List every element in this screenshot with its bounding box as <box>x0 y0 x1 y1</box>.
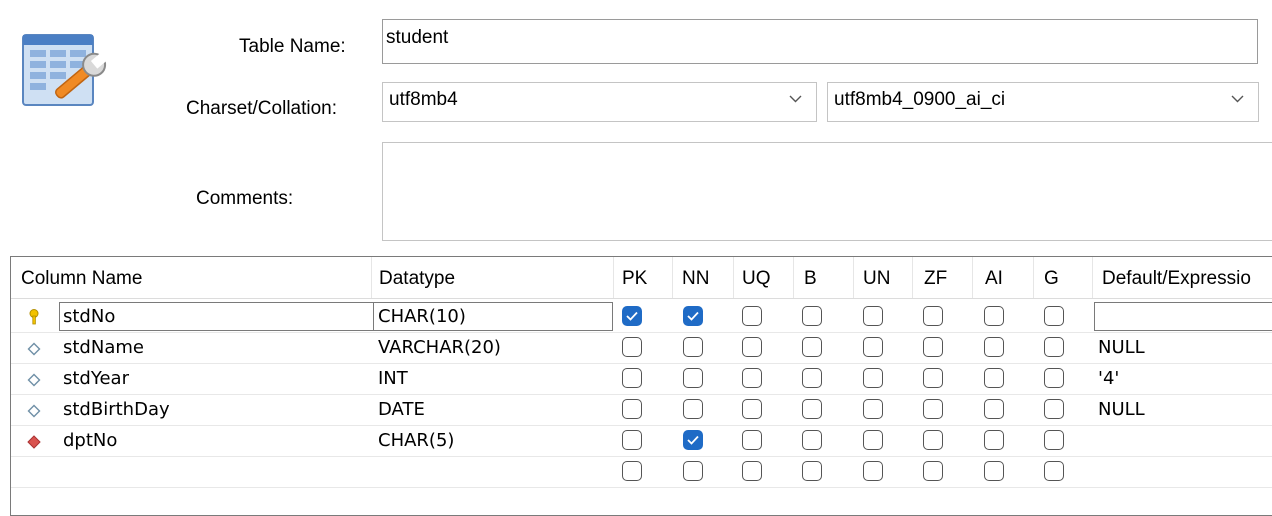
charset-collation-label: Charset/Collation: <box>186 98 338 119</box>
checkbox-uq[interactable] <box>742 399 762 419</box>
checkbox-uq[interactable] <box>742 368 762 388</box>
checkbox-b[interactable] <box>802 368 822 388</box>
default-cell[interactable]: NULL <box>1098 332 1145 363</box>
datatype-cell[interactable]: CHAR(10) <box>378 301 466 332</box>
checkbox-g[interactable] <box>1044 306 1064 326</box>
checkbox-un[interactable] <box>863 368 883 388</box>
charset-select[interactable]: utf8mb4 <box>382 82 817 122</box>
table-name-input[interactable]: student <box>382 19 1258 64</box>
key-icon <box>27 309 41 325</box>
checkbox-un[interactable] <box>863 306 883 326</box>
header-b[interactable]: B <box>798 257 817 298</box>
table-row[interactable]: stdNo CHAR(10) <box>11 301 1272 333</box>
table-row[interactable]: stdYear INT '4' <box>11 363 1272 395</box>
datatype-cell[interactable]: CHAR(5) <box>378 425 454 456</box>
header-datatype[interactable]: Datatype <box>373 257 455 298</box>
header-default[interactable]: Default/Expressio <box>1096 257 1251 298</box>
table-name-label: Table Name: <box>239 36 346 57</box>
header-pk[interactable]: PK <box>616 257 647 298</box>
header-zf[interactable]: ZF <box>918 257 947 298</box>
column-name-cell[interactable]: stdBirthDay <box>63 394 170 425</box>
checkbox-b[interactable] <box>802 337 822 357</box>
collation-value: utf8mb4_0900_ai_ci <box>834 89 1006 110</box>
checkbox-pk[interactable] <box>622 430 642 450</box>
default-editor[interactable] <box>1094 302 1272 331</box>
column-name-cell[interactable]: stdNo <box>63 301 115 332</box>
checkbox-zf[interactable] <box>923 399 943 419</box>
table-row[interactable]: stdName VARCHAR(20) NULL <box>11 332 1272 364</box>
checkbox-g[interactable] <box>1044 368 1064 388</box>
table-row[interactable] <box>11 456 1272 488</box>
checkbox-zf[interactable] <box>923 461 943 481</box>
checkbox-pk[interactable] <box>622 306 642 326</box>
datatype-cell[interactable]: INT <box>378 363 408 394</box>
default-cell[interactable]: NULL <box>1098 394 1145 425</box>
checkbox-uq[interactable] <box>742 337 762 357</box>
checkbox-pk[interactable] <box>622 337 642 357</box>
checkbox-b[interactable] <box>802 306 822 326</box>
diamond-outline-icon <box>27 340 41 356</box>
checkbox-uq[interactable] <box>742 430 762 450</box>
header-uq[interactable]: UQ <box>736 257 771 298</box>
header-g[interactable]: G <box>1038 257 1059 298</box>
checkbox-pk[interactable] <box>622 368 642 388</box>
header-nn[interactable]: NN <box>676 257 709 298</box>
column-name-cell[interactable]: dptNo <box>63 425 117 456</box>
checkbox-un[interactable] <box>863 399 883 419</box>
chevron-down-icon <box>1231 95 1244 103</box>
default-cell[interactable]: '4' <box>1098 363 1119 394</box>
header-un[interactable]: UN <box>857 257 890 298</box>
checkbox-un[interactable] <box>863 461 883 481</box>
header-column-name[interactable]: Column Name <box>15 257 142 298</box>
header-ai[interactable]: AI <box>979 257 1003 298</box>
checkbox-pk[interactable] <box>622 399 642 419</box>
checkbox-b[interactable] <box>802 461 822 481</box>
checkbox-ai[interactable] <box>984 430 1004 450</box>
datatype-cell[interactable]: DATE <box>378 394 425 425</box>
checkbox-ai[interactable] <box>984 461 1004 481</box>
diamond-filled-icon <box>27 433 41 449</box>
charset-value: utf8mb4 <box>389 89 458 110</box>
table-row[interactable]: dptNo CHAR(5) <box>11 425 1272 457</box>
checkbox-ai[interactable] <box>984 306 1004 326</box>
checkbox-nn[interactable] <box>683 368 703 388</box>
checkbox-ai[interactable] <box>984 337 1004 357</box>
datatype-cell[interactable]: VARCHAR(20) <box>378 332 501 363</box>
chevron-down-icon <box>789 95 802 103</box>
diamond-outline-icon <box>27 371 41 387</box>
checkbox-un[interactable] <box>863 337 883 357</box>
columns-grid[interactable]: Column Name Datatype PK NN UQ B UN ZF AI… <box>10 256 1272 516</box>
checkbox-pk[interactable] <box>622 461 642 481</box>
checkbox-zf[interactable] <box>923 430 943 450</box>
collation-select[interactable]: utf8mb4_0900_ai_ci <box>827 82 1259 122</box>
checkbox-zf[interactable] <box>923 337 943 357</box>
checkbox-nn[interactable] <box>683 306 703 326</box>
table-row[interactable]: stdBirthDay DATE NULL <box>11 394 1272 426</box>
column-name-cell[interactable]: stdName <box>63 332 144 363</box>
grid-header: Column Name Datatype PK NN UQ B UN ZF AI… <box>11 257 1272 299</box>
checkbox-nn[interactable] <box>683 399 703 419</box>
checkbox-zf[interactable] <box>923 368 943 388</box>
checkbox-b[interactable] <box>802 399 822 419</box>
checkbox-uq[interactable] <box>742 461 762 481</box>
checkbox-ai[interactable] <box>984 368 1004 388</box>
checkbox-g[interactable] <box>1044 461 1064 481</box>
checkbox-un[interactable] <box>863 430 883 450</box>
diamond-outline-icon <box>27 402 41 418</box>
checkbox-g[interactable] <box>1044 337 1064 357</box>
checkbox-nn[interactable] <box>683 337 703 357</box>
column-name-cell[interactable]: stdYear <box>63 363 129 394</box>
comments-label: Comments: <box>196 188 294 209</box>
checkbox-b[interactable] <box>802 430 822 450</box>
comments-textarea[interactable] <box>382 142 1272 241</box>
checkbox-zf[interactable] <box>923 306 943 326</box>
table-wrench-icon <box>22 32 114 108</box>
checkbox-ai[interactable] <box>984 399 1004 419</box>
checkbox-uq[interactable] <box>742 306 762 326</box>
checkbox-g[interactable] <box>1044 399 1064 419</box>
checkbox-nn[interactable] <box>683 430 703 450</box>
checkbox-nn[interactable] <box>683 461 703 481</box>
checkbox-g[interactable] <box>1044 430 1064 450</box>
